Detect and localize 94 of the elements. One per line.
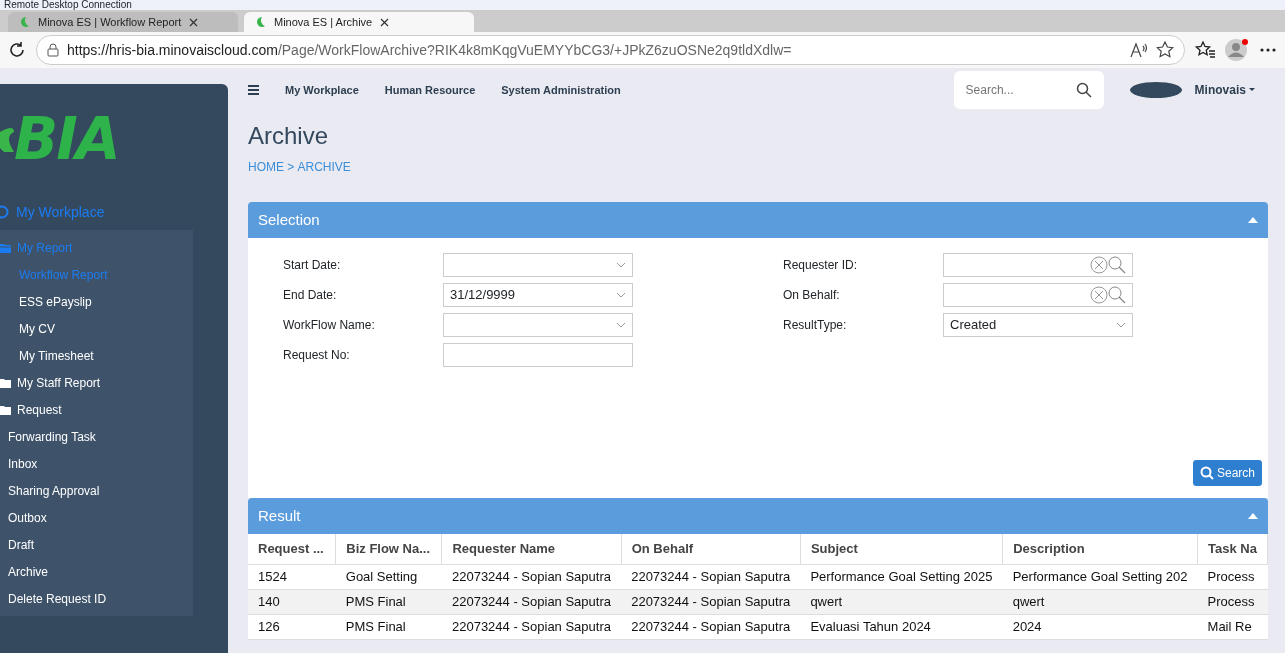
- sidebar-item[interactable]: Request: [0, 396, 193, 423]
- table-cell: Mail Re: [1197, 614, 1268, 639]
- nav-link[interactable]: My Workplace: [285, 81, 359, 99]
- lookup-field[interactable]: [943, 283, 1133, 307]
- breadcrumb-separator: >: [287, 159, 295, 176]
- browser-tab[interactable]: Minova ES | Archive: [244, 12, 474, 32]
- table-cell: Performance Goal Setting 2025: [800, 564, 1003, 589]
- column-header[interactable]: Request ...: [248, 534, 336, 564]
- chevron-down-icon: [616, 322, 626, 328]
- sidebar-item[interactable]: My Staff Report: [0, 369, 193, 396]
- sidebar-item[interactable]: ESS ePayslip: [0, 288, 193, 315]
- column-header[interactable]: Subject: [800, 534, 1003, 564]
- table-cell: qwert: [1002, 589, 1198, 614]
- nav-link[interactable]: System Administration: [501, 81, 621, 99]
- avatar-icon: [1129, 82, 1182, 98]
- lock-icon: [47, 43, 59, 57]
- dropdown-field[interactable]: 31/12/9999: [443, 283, 633, 307]
- search-icon: [1199, 466, 1214, 480]
- table-cell: qwert: [800, 589, 1003, 614]
- input-field[interactable]: [443, 343, 633, 367]
- profile-icon[interactable]: [1225, 38, 1249, 62]
- field-label: On Behalf:: [783, 287, 841, 304]
- table-cell: Process: [1197, 564, 1268, 589]
- sidebar-item[interactable]: Sharing Approval: [0, 477, 193, 504]
- sidebar-item[interactable]: My CV: [0, 315, 193, 342]
- table-cell: Evaluasi Tahun 2024: [800, 614, 1003, 639]
- table-cell: 22073244 - Sopian Saputra: [621, 614, 801, 639]
- moon-icon: [254, 16, 266, 28]
- sidebar-item[interactable]: Inbox: [0, 450, 193, 477]
- reload-icon[interactable]: [8, 41, 26, 59]
- table-cell: PMS Final: [335, 589, 442, 614]
- star-icon[interactable]: [1156, 41, 1174, 59]
- column-header[interactable]: Requester Name: [441, 534, 622, 564]
- more-icon[interactable]: [1259, 47, 1277, 53]
- column-header[interactable]: Task Na: [1197, 534, 1268, 564]
- menu-icon[interactable]: [248, 85, 259, 95]
- table-cell: 22073244 - Sopian Saputra: [441, 589, 622, 614]
- search-field[interactable]: Search...: [953, 71, 1104, 109]
- nav-link[interactable]: Human Resource: [384, 81, 476, 99]
- field-label: ResultType:: [783, 317, 848, 334]
- browser-tab[interactable]: Minova ES | Workflow Report: [8, 12, 238, 32]
- search-icon[interactable]: [1075, 82, 1092, 98]
- table-cell: 1524: [248, 564, 336, 589]
- page-title: Archive: [248, 121, 330, 151]
- column-header[interactable]: Description: [1002, 534, 1198, 564]
- lookup-field[interactable]: [943, 253, 1133, 277]
- chevron-down-icon: [1116, 322, 1126, 328]
- chevron-down-icon: [616, 292, 626, 298]
- table-cell: PMS Final: [335, 614, 442, 639]
- clear-icon[interactable]: [1090, 286, 1108, 304]
- sidebar-item[interactable]: Outbox: [0, 504, 193, 531]
- table-cell: Goal Setting: [335, 564, 442, 589]
- sidebar-item[interactable]: Delete Request ID: [0, 585, 193, 612]
- search-button[interactable]: Search: [1192, 460, 1262, 486]
- table-cell: Performance Goal Setting 202: [1002, 564, 1198, 589]
- dropdown-field[interactable]: [443, 253, 633, 277]
- clear-icon[interactable]: [1090, 256, 1108, 274]
- collapse-icon[interactable]: [1248, 513, 1258, 519]
- table-cell: 2024: [1002, 614, 1198, 639]
- column-header[interactable]: Biz Flow Na...: [335, 534, 442, 564]
- read-aloud-icon[interactable]: [1130, 42, 1148, 58]
- moon-icon: [18, 16, 30, 28]
- chevron-down-icon: [616, 262, 626, 268]
- close-icon[interactable]: [380, 17, 390, 27]
- field-label: Requester ID:: [783, 257, 859, 274]
- sidebar-item[interactable]: Forwarding Task: [0, 423, 193, 450]
- sidebar-item[interactable]: Draft: [0, 531, 193, 558]
- table-cell: 22073244 - Sopian Saputra: [621, 564, 801, 589]
- user-menu[interactable]: Minovais: [1194, 81, 1255, 99]
- crescent-icon: [0, 126, 14, 152]
- folder-icon: [0, 404, 11, 415]
- field-label: WorkFlow Name:: [283, 317, 376, 334]
- logo: BIA: [0, 84, 228, 194]
- table-cell: 22073244 - Sopian Saputra: [621, 589, 801, 614]
- favorites-icon[interactable]: [1195, 41, 1215, 59]
- field-label: End Date:: [283, 287, 338, 304]
- table-cell: 22073244 - Sopian Saputra: [441, 614, 622, 639]
- close-icon[interactable]: [189, 17, 199, 27]
- folder-icon: [0, 377, 11, 388]
- collapse-icon[interactable]: [1248, 217, 1258, 223]
- dropdown-field[interactable]: [443, 313, 633, 337]
- window-title: Remote Desktop Connection: [0, 0, 1285, 10]
- table-cell: 140: [248, 589, 336, 614]
- panel-header: Result: [248, 498, 1268, 534]
- panel-header: Selection: [248, 202, 1268, 238]
- table-cell: 22073244 - Sopian Saputra: [441, 564, 622, 589]
- field-label: Request No:: [283, 347, 351, 364]
- column-header[interactable]: On Behalf: [621, 534, 801, 564]
- sidebar-item[interactable]: My Timesheet: [0, 342, 193, 369]
- address-field[interactable]: https://hris-bia.minovaiscloud.com/Page/WorkFlowArchive?RIK4k8mKqgVuEMYYbCG3/+JPkZ6zuOSNe2q9tldXdlw=: [36, 35, 1185, 65]
- dropdown-field[interactable]: Created: [943, 313, 1133, 337]
- table-cell: 126: [248, 614, 336, 639]
- field-label: Start Date:: [283, 257, 342, 274]
- sidebar-item[interactable]: Archive: [0, 558, 193, 585]
